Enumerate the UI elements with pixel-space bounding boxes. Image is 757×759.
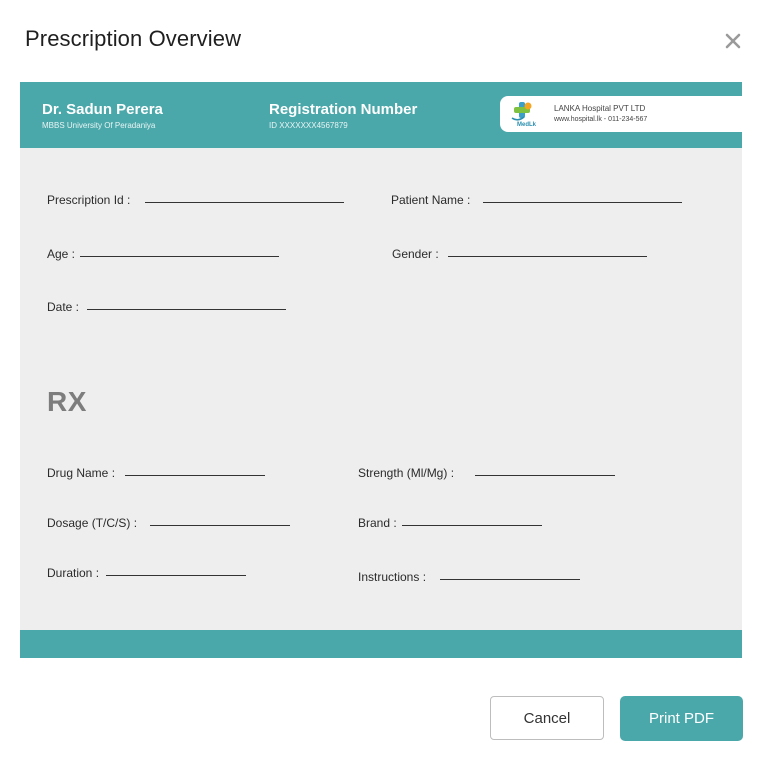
- brand-field: Brand :: [358, 516, 397, 530]
- close-button[interactable]: [720, 28, 746, 54]
- strength-line: [475, 475, 615, 476]
- brand-label: Brand :: [358, 516, 397, 530]
- instructions-field: Instructions :: [358, 570, 426, 584]
- gender-field: Gender :: [392, 247, 439, 261]
- date-field: Date :: [47, 300, 79, 314]
- hospital-logo-text: MedLk: [517, 122, 537, 128]
- prescription-header: Dr. Sadun Perera MBBS University Of Pera…: [20, 82, 742, 148]
- instructions-line: [440, 579, 580, 580]
- registration-title: Registration Number: [269, 101, 418, 118]
- prescription-footer: [20, 630, 742, 658]
- prescription-id-field: Prescription Id :: [47, 193, 130, 207]
- doctor-qualification: MBBS University Of Peradaniya: [42, 121, 156, 130]
- drug-name-line: [125, 475, 265, 476]
- date-line: [87, 309, 286, 310]
- duration-label: Duration :: [47, 566, 100, 580]
- cancel-button[interactable]: Cancel: [490, 696, 604, 740]
- duration-field: Duration :: [47, 566, 99, 580]
- dosage-line: [150, 525, 290, 526]
- patient-name-label: Patient Name :: [391, 193, 471, 207]
- registration-id: ID XXXXXXX4567879: [269, 121, 348, 130]
- print-pdf-button[interactable]: Print PDF: [620, 696, 743, 741]
- prescription-id-line: [145, 202, 344, 203]
- drug-name-field: Drug Name :: [47, 466, 115, 480]
- close-icon: [725, 33, 741, 49]
- patient-name-field: Patient Name :: [391, 193, 470, 207]
- gender-line: [448, 256, 647, 257]
- instructions-label: Instructions :: [358, 570, 427, 584]
- age-field: Age :: [47, 247, 75, 261]
- drug-name-label: Drug Name :: [47, 466, 116, 480]
- dialog-title: Prescription Overview: [25, 26, 242, 51]
- hospital-card: MedLk LANKA Hospital PVT LTD www.hospita…: [500, 96, 742, 132]
- strength-label: Strength (Ml/Mg) :: [358, 466, 455, 480]
- age-label: Age :: [47, 247, 76, 261]
- duration-line: [106, 575, 246, 576]
- gender-label: Gender :: [392, 247, 439, 261]
- prescription-id-label: Prescription Id :: [47, 193, 131, 207]
- medical-cross-icon: [511, 102, 532, 121]
- age-line: [80, 256, 279, 257]
- hospital-contact: www.hospital.lk - 011-234-567: [554, 116, 648, 123]
- brand-line: [402, 525, 542, 526]
- doctor-name: Dr. Sadun Perera: [42, 101, 163, 118]
- prescription-sheet: Dr. Sadun Perera MBBS University Of Pera…: [20, 82, 742, 658]
- dosage-field: Dosage (T/C/S) :: [47, 516, 137, 530]
- prescription-overview-dialog: Prescription Overview Dr. Sadun Perera M…: [0, 0, 757, 759]
- dosage-label: Dosage (T/C/S) :: [47, 516, 138, 530]
- hospital-name: LANKA Hospital PVT LTD: [554, 104, 646, 113]
- patient-name-line: [483, 202, 682, 203]
- rx-title: RX: [47, 386, 87, 417]
- date-label: Date :: [47, 300, 80, 314]
- hospital-logo: MedLk: [508, 100, 538, 128]
- strength-field: Strength (Ml/Mg) :: [358, 466, 454, 480]
